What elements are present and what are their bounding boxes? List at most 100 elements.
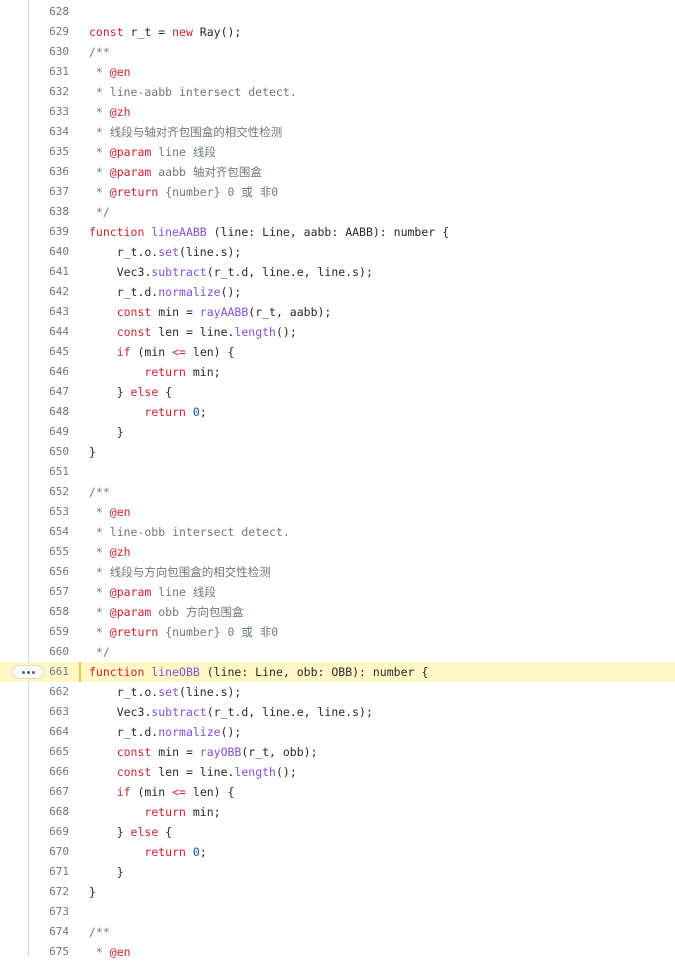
code-line[interactable]: 654 * line-obb intersect detect. xyxy=(0,522,675,542)
line-number[interactable]: 644 xyxy=(29,322,69,342)
code-line[interactable]: 673 xyxy=(0,902,675,922)
line-number[interactable]: 656 xyxy=(29,562,69,582)
code-line[interactable]: 643 const min = rayAABB(r_t, aabb); xyxy=(0,302,675,322)
line-number[interactable]: 660 xyxy=(29,642,69,662)
code-line[interactable]: 629 const r_t = new Ray(); xyxy=(0,22,675,42)
code-line[interactable]: 645 if (min <= len) { xyxy=(0,342,675,362)
code-line[interactable]: 646 return min; xyxy=(0,362,675,382)
code-line[interactable]: 656 * 线段与方向包围盒的相交性检测 xyxy=(0,562,675,582)
line-number[interactable]: 650 xyxy=(29,442,69,462)
code-line[interactable]: 649 } xyxy=(0,422,675,442)
line-number[interactable]: 639 xyxy=(29,222,69,242)
code-line[interactable]: 650} xyxy=(0,442,675,462)
code-line[interactable]: 657 * @param line 线段 xyxy=(0,582,675,602)
line-options-button[interactable] xyxy=(12,665,44,679)
line-number[interactable]: 658 xyxy=(29,602,69,622)
line-number[interactable]: 645 xyxy=(29,342,69,362)
line-number[interactable]: 638 xyxy=(29,202,69,222)
line-number[interactable]: 635 xyxy=(29,142,69,162)
code-line[interactable]: 671 } xyxy=(0,862,675,882)
code-line[interactable]: 633 * @zh xyxy=(0,102,675,122)
code-line[interactable]: 632 * line-aabb intersect detect. xyxy=(0,82,675,102)
code-line[interactable]: 669 } else { xyxy=(0,822,675,842)
code-line[interactable]: 652 /** xyxy=(0,482,675,502)
code-line[interactable]: 630 /** xyxy=(0,42,675,62)
code-line[interactable]: 660 */ xyxy=(0,642,675,662)
code-line[interactable]: 655 * @zh xyxy=(0,542,675,562)
line-number[interactable]: 674 xyxy=(29,922,69,942)
code-line[interactable]: 638 */ xyxy=(0,202,675,222)
code-line[interactable]: 637 * @return {number} 0 或 非0 xyxy=(0,182,675,202)
code-text: r_t.o.set(line.s); xyxy=(89,242,242,262)
code-token: /** xyxy=(89,485,110,499)
code-line[interactable]: 651 xyxy=(0,462,675,482)
line-number[interactable]: 669 xyxy=(29,822,69,842)
line-number[interactable]: 662 xyxy=(29,682,69,702)
line-number[interactable]: 646 xyxy=(29,362,69,382)
code-line[interactable]: 675 * @en xyxy=(0,942,675,962)
line-number[interactable]: 628 xyxy=(29,2,69,22)
line-number[interactable]: 654 xyxy=(29,522,69,542)
line-number[interactable]: 636 xyxy=(29,162,69,182)
code-line[interactable]: 674 /** xyxy=(0,922,675,942)
line-number[interactable]: 640 xyxy=(29,242,69,262)
code-line[interactable]: 662 r_t.o.set(line.s); xyxy=(0,682,675,702)
code-line[interactable]: 634 * 线段与轴对齐包围盒的相交性检测 xyxy=(0,122,675,142)
line-number[interactable]: 652 xyxy=(29,482,69,502)
line-number[interactable]: 665 xyxy=(29,742,69,762)
code-line[interactable]: 670 return 0; xyxy=(0,842,675,862)
line-number[interactable]: 630 xyxy=(29,42,69,62)
line-number[interactable]: 672 xyxy=(29,882,69,902)
line-number[interactable]: 670 xyxy=(29,842,69,862)
line-number[interactable]: 659 xyxy=(29,622,69,642)
code-line[interactable]: 648 return 0; xyxy=(0,402,675,422)
code-line[interactable]: 642 r_t.d.normalize(); xyxy=(0,282,675,302)
code-text: function lineAABB (line: Line, aabb: AAB… xyxy=(89,222,449,242)
line-number[interactable]: 629 xyxy=(29,22,69,42)
line-number[interactable]: 663 xyxy=(29,702,69,722)
line-number[interactable]: 643 xyxy=(29,302,69,322)
code-line[interactable]: 667 if (min <= len) { xyxy=(0,782,675,802)
line-number[interactable]: 634 xyxy=(29,122,69,142)
line-number[interactable]: 647 xyxy=(29,382,69,402)
code-line[interactable]: 664 r_t.d.normalize(); xyxy=(0,722,675,742)
code-line[interactable]: 640 r_t.o.set(line.s); xyxy=(0,242,675,262)
code-line[interactable]: 672} xyxy=(0,882,675,902)
line-number[interactable]: 673 xyxy=(29,902,69,922)
code-line[interactable]: 666 const len = line.length(); xyxy=(0,762,675,782)
line-number[interactable]: 631 xyxy=(29,62,69,82)
code-line[interactable]: 644 const len = line.length(); xyxy=(0,322,675,342)
code-line[interactable]: 663 Vec3.subtract(r_t.d, line.e, line.s)… xyxy=(0,702,675,722)
line-number[interactable]: 653 xyxy=(29,502,69,522)
line-number[interactable]: 641 xyxy=(29,262,69,282)
code-line[interactable]: 665 const min = rayOBB(r_t, obb); xyxy=(0,742,675,762)
code-line[interactable]: 668 return min; xyxy=(0,802,675,822)
line-number[interactable]: 649 xyxy=(29,422,69,442)
line-number[interactable]: 655 xyxy=(29,542,69,562)
line-number[interactable]: 657 xyxy=(29,582,69,602)
line-number[interactable]: 668 xyxy=(29,802,69,822)
code-line[interactable]: 653 * @en xyxy=(0,502,675,522)
code-line[interactable]: 636 * @param aabb 轴对齐包围盒 xyxy=(0,162,675,182)
line-number[interactable]: 633 xyxy=(29,102,69,122)
line-number[interactable]: 642 xyxy=(29,282,69,302)
code-line[interactable]: 659 * @return {number} 0 或 非0 xyxy=(0,622,675,642)
line-number[interactable]: 648 xyxy=(29,402,69,422)
line-number[interactable]: 632 xyxy=(29,82,69,102)
code-line[interactable]: 661 function lineOBB (line: Line, obb: OB… xyxy=(0,662,675,682)
code-line[interactable]: 635 * @param line 线段 xyxy=(0,142,675,162)
line-number[interactable]: 675 xyxy=(29,942,69,962)
line-number[interactable]: 671 xyxy=(29,862,69,882)
code-line[interactable]: 641 Vec3.subtract(r_t.d, line.e, line.s)… xyxy=(0,262,675,282)
line-number[interactable]: 637 xyxy=(29,182,69,202)
code-line[interactable]: 631 * @en xyxy=(0,62,675,82)
code-line[interactable]: 639 function lineAABB (line: Line, aabb: … xyxy=(0,222,675,242)
line-number[interactable]: 664 xyxy=(29,722,69,742)
line-number[interactable]: 666 xyxy=(29,762,69,782)
line-number[interactable]: 651 xyxy=(29,462,69,482)
code-token: aabb 轴对齐包围盒 xyxy=(151,165,262,179)
code-line[interactable]: 628 xyxy=(0,2,675,22)
code-line[interactable]: 658 * @param obb 方向包围盒 xyxy=(0,602,675,622)
line-number[interactable]: 667 xyxy=(29,782,69,802)
code-line[interactable]: 647 } else { xyxy=(0,382,675,402)
